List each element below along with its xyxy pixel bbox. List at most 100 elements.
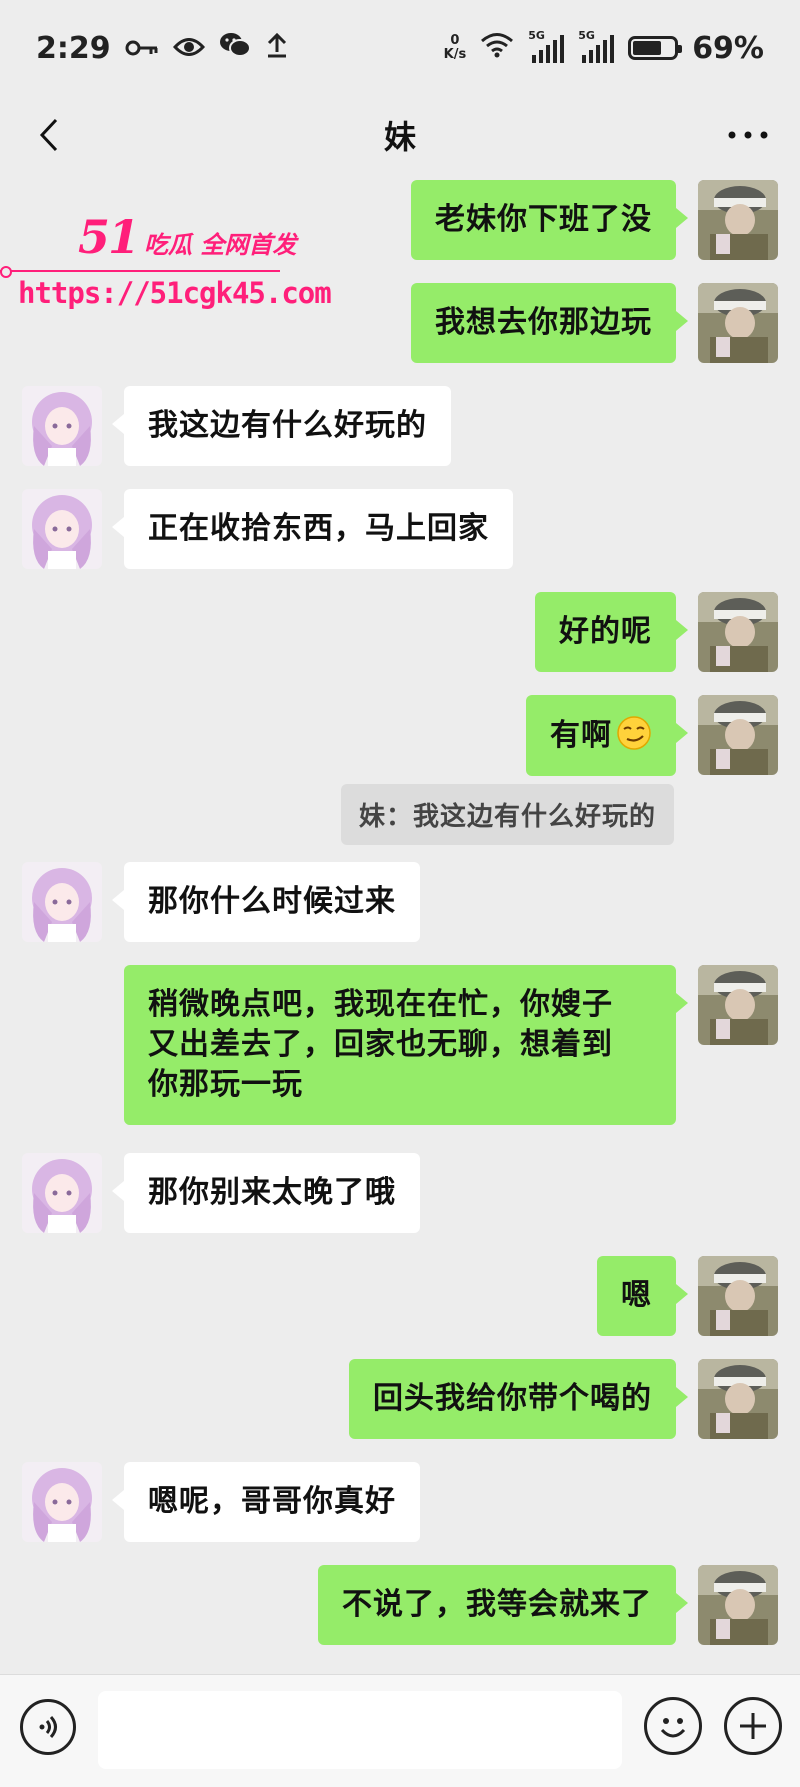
watermark-logo: 51 吃瓜 全网首发 https://51cgk45.com	[0, 210, 332, 320]
quoted-reply[interactable]: 妹：我这边有什么好玩的	[340, 784, 674, 845]
message-row: 我想去你那边玩	[411, 283, 778, 363]
wechat-icon	[219, 31, 251, 66]
chat-header: 妹	[0, 96, 800, 174]
message-bubble-sent[interactable]: 稍微晚点吧，我现在在忙，你嫂子 又出差去了，回家也无聊，想着到 你那玩一玩	[124, 965, 688, 1125]
smirk-emoji-icon	[617, 716, 651, 750]
message-bubble-received[interactable]: 正在收拾东西，马上回家	[112, 489, 513, 569]
watermark-number: 51	[78, 210, 140, 264]
message-row: 那你什么时候过来	[22, 862, 420, 942]
watermark-brand: 51 吃瓜 全网首发	[78, 210, 296, 264]
message-row: 我这边有什么好玩的	[22, 386, 451, 466]
avatar-self[interactable]	[698, 1256, 778, 1336]
watermark-divider	[0, 266, 280, 278]
message-text: 嗯呢，哥哥你真好	[148, 1484, 396, 1519]
avatar-self[interactable]	[698, 180, 778, 260]
avatar-self-image	[698, 1359, 778, 1439]
message-bubble-received[interactable]: 嗯呢，哥哥你真好	[112, 1462, 420, 1542]
message-bubble-received[interactable]: 那你别来太晚了哦	[112, 1153, 420, 1233]
signal-icon: 5G	[528, 29, 565, 63]
status-bar: 2:29 0 K/s 5G 5G 69%	[0, 0, 800, 96]
message-text: 那你什么时候过来	[148, 884, 396, 919]
avatar-self-image	[698, 592, 778, 672]
watermark-slogan: 吃瓜 全网首发	[144, 231, 297, 259]
avatar-self[interactable]	[698, 283, 778, 363]
message-bubble-received[interactable]: 那你什么时候过来	[112, 862, 420, 942]
message-row: 那你别来太晚了哦	[22, 1153, 420, 1233]
message-row: 嗯	[597, 1256, 778, 1336]
signal-1-label: 5G	[528, 29, 545, 42]
avatar-contact[interactable]	[22, 1153, 102, 1233]
avatar-self[interactable]	[698, 695, 778, 775]
message-bubble-received[interactable]: 我这边有什么好玩的	[112, 386, 451, 466]
upload-icon	[265, 32, 289, 65]
avatar-contact-image	[22, 489, 102, 569]
message-row: 回头我给你带个喝的	[349, 1359, 778, 1439]
watermark-url: https://51cgk45.com	[18, 276, 332, 310]
message-row: 好的呢	[535, 592, 778, 672]
more-button[interactable]	[718, 110, 778, 160]
avatar-self-image	[698, 1565, 778, 1645]
message-text: 嗯	[621, 1278, 652, 1313]
avatar-self[interactable]	[698, 1565, 778, 1645]
avatar-contact-image	[22, 862, 102, 942]
avatar-self[interactable]	[698, 1359, 778, 1439]
message-bubble-sent[interactable]: 好的呢	[535, 592, 688, 672]
signal-2-label: 5G	[578, 29, 595, 42]
avatar-contact[interactable]	[22, 386, 102, 466]
wifi-icon	[480, 32, 514, 65]
avatar-contact[interactable]	[22, 1462, 102, 1542]
net-speed-unit: K/s	[443, 47, 467, 62]
message-text: 我想去你那边玩	[435, 305, 652, 340]
message-bubble-sent[interactable]: 有啊	[526, 695, 688, 776]
message-row: 不说了，我等会就来了	[318, 1565, 778, 1645]
eye-icon	[172, 32, 205, 65]
more-icon	[728, 131, 768, 139]
net-speed: 0 K/s	[444, 34, 467, 62]
avatar-self-image	[698, 695, 778, 775]
avatar-self-image	[698, 180, 778, 260]
message-row: 稍微晚点吧，我现在在忙，你嫂子 又出差去了，回家也无聊，想着到 你那玩一玩	[124, 965, 778, 1125]
emoji-icon	[660, 1718, 686, 1738]
avatar-self[interactable]	[698, 965, 778, 1045]
message-text: 正在收拾东西，马上回家	[148, 511, 489, 546]
avatar-contact-image	[22, 1462, 102, 1542]
message-row: 嗯呢，哥哥你真好	[22, 1462, 420, 1542]
message-row: 有啊	[526, 695, 778, 776]
message-bubble-sent[interactable]: 我想去你那边玩	[411, 283, 688, 363]
status-time: 2:29	[36, 30, 111, 66]
plus-button[interactable]	[724, 1697, 782, 1755]
status-left: 2:29	[36, 31, 289, 66]
message-row: 正在收拾东西，马上回家	[22, 489, 513, 569]
message-text: 有啊	[550, 718, 612, 753]
message-text-line: 又出差去了，回家也无聊，想着到	[148, 1027, 613, 1062]
message-text: 老妹你下班了没	[435, 202, 652, 237]
message-bubble-sent[interactable]: 不说了，我等会就来了	[318, 1565, 688, 1645]
avatar-contact[interactable]	[22, 862, 102, 942]
avatar-self-image	[698, 1256, 778, 1336]
avatar-self[interactable]	[698, 592, 778, 672]
avatar-self-image	[698, 283, 778, 363]
message-text-line: 你那玩一玩	[148, 1067, 303, 1102]
message-text: 回头我给你带个喝的	[373, 1381, 652, 1416]
message-text: 好的呢	[559, 614, 652, 649]
chevron-left-icon	[39, 118, 58, 152]
avatar-self-image	[698, 965, 778, 1045]
message-input[interactable]	[98, 1691, 622, 1769]
message-bubble-sent[interactable]: 回头我给你带个喝的	[349, 1359, 688, 1439]
message-text: 我这边有什么好玩的	[148, 408, 427, 443]
signal-icon-2: 5G	[578, 29, 615, 63]
battery-fill	[633, 41, 661, 55]
key-icon	[125, 32, 159, 65]
battery-percent: 69%	[692, 30, 764, 66]
emoji-button[interactable]	[644, 1697, 702, 1755]
battery-icon	[628, 36, 683, 60]
avatar-contact[interactable]	[22, 489, 102, 569]
avatar-contact-image	[22, 386, 102, 466]
message-text-line: 稍微晚点吧，我现在在忙，你嫂子	[148, 987, 613, 1022]
back-button[interactable]	[24, 110, 74, 160]
message-bubble-sent[interactable]: 嗯	[597, 1256, 688, 1336]
net-speed-value: 0	[450, 33, 460, 48]
status-right: 0 K/s 5G 5G 69%	[444, 29, 764, 66]
voice-button[interactable]	[20, 1699, 76, 1755]
message-bubble-sent[interactable]: 老妹你下班了没	[411, 180, 688, 260]
